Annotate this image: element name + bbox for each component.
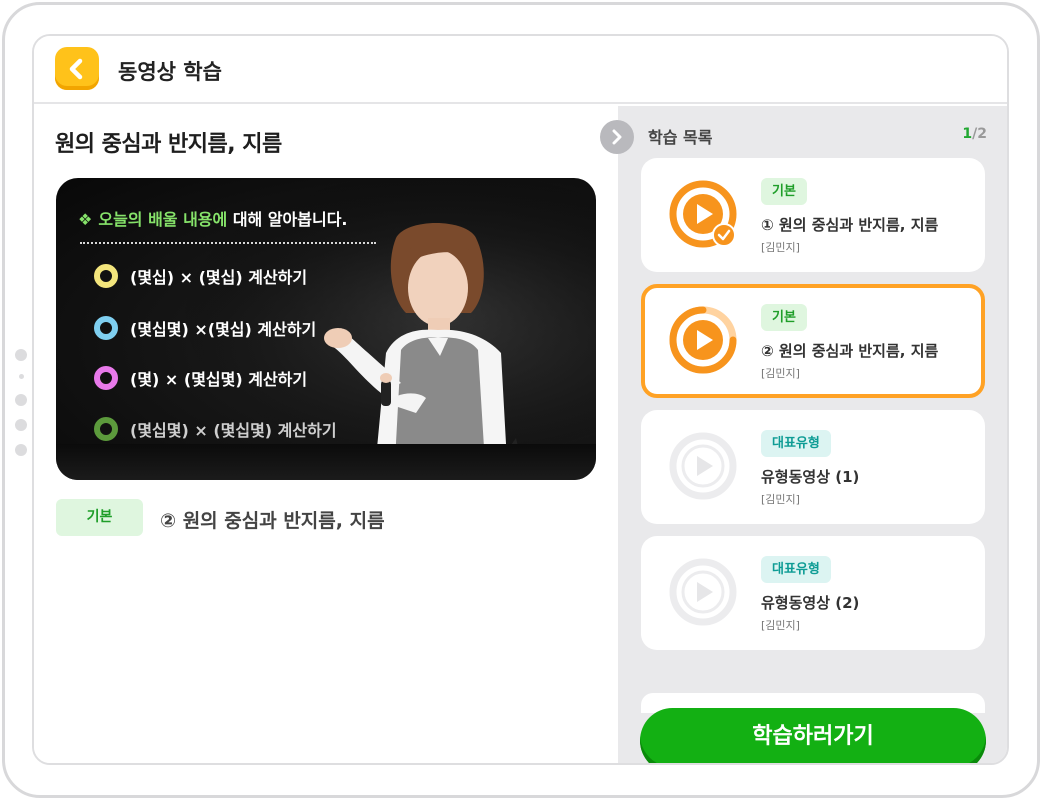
start-learning-button[interactable]: 학습하러가기 — [640, 708, 986, 763]
video-player[interactable]: ❖ 오늘의 배울 내용에 대해 알아봅니다. (몇십) × (몇십) 계산하기 (… — [56, 178, 596, 480]
bullet-ring-icon — [94, 366, 118, 390]
card-teacher: [김민지] — [761, 241, 800, 254]
side-indicator — [15, 349, 27, 469]
card-title: 유형동영상 (2) — [761, 594, 860, 612]
card-tag: 기본 — [761, 178, 807, 205]
bullet-ring-icon — [94, 316, 118, 340]
side-dot — [15, 394, 27, 406]
back-button[interactable] — [55, 47, 99, 90]
app-screen: 동영상 학습 원의 중심과 반지름, 지름 ❖ 오늘의 배울 내용에 대해 알아… — [32, 34, 1009, 765]
collapse-panel-button[interactable] — [600, 120, 634, 154]
card-teacher: [김민지] — [761, 493, 800, 506]
lesson-list-title: 학습 목록 — [648, 128, 713, 147]
card-teacher: [김민지] — [761, 619, 800, 632]
play-pending-icon — [669, 432, 737, 500]
page-indicator: 1/2 — [962, 126, 987, 142]
video-bullet-item: (몇십몇) ×(몇십) 계산하기 — [94, 316, 316, 340]
bullet-ring-icon — [94, 417, 118, 441]
card-tag: 기본 — [761, 304, 807, 331]
lesson-card[interactable]: 대표유형 유형동영상 (2) [김민지] — [641, 536, 985, 650]
play-pending-icon — [669, 558, 737, 626]
lesson-card[interactable]: 기본 ① 원의 중심과 반지름, 지름 [김민지] — [641, 158, 985, 272]
card-teacher: [김민지] — [761, 367, 800, 380]
header: 동영상 학습 — [34, 36, 1007, 104]
chevron-right-icon — [612, 129, 622, 145]
lesson-card-active[interactable]: 기본 ② 원의 중심과 반지름, 지름 [김민지] — [641, 284, 985, 398]
side-dot — [15, 349, 27, 361]
bullet-ring-icon — [94, 264, 118, 288]
play-in-progress-icon — [669, 306, 737, 374]
card-tag: 대표유형 — [761, 556, 831, 583]
side-dot — [15, 419, 27, 431]
video-bullet-item: (몇) × (몇십몇) 계산하기 — [94, 366, 307, 390]
page-title: 동영상 학습 — [118, 60, 222, 84]
side-dot — [15, 444, 27, 456]
play-completed-icon — [669, 180, 737, 248]
video-heading: ❖ 오늘의 배울 내용에 대해 알아봅니다. — [78, 210, 348, 229]
video-bullet-item: (몇십) × (몇십) 계산하기 — [94, 264, 307, 288]
card-title: ① 원의 중심과 반지름, 지름 — [761, 216, 939, 234]
current-lesson-tag: 기본 — [56, 499, 143, 536]
divider — [80, 242, 376, 244]
lesson-card[interactable]: 대표유형 유형동영상 (1) [김민지] — [641, 410, 985, 524]
card-tag: 대표유형 — [761, 430, 831, 457]
lesson-list-panel: 학습 목록 1/2 기본 ① 원의 중심과 반지름, 지름 [김민지] 기본 ② — [600, 106, 1007, 763]
side-dot — [19, 374, 24, 379]
video-floor — [56, 444, 596, 480]
card-title: ② 원의 중심과 반지름, 지름 — [761, 342, 939, 360]
card-title: 유형동영상 (1) — [761, 468, 860, 486]
video-bullet-item: (몇십몇) × (몇십몇) 계산하기 — [94, 417, 337, 441]
current-lesson-title: ② 원의 중심과 반지름, 지름 — [160, 510, 385, 532]
main-panel: 원의 중심과 반지름, 지름 ❖ 오늘의 배울 내용에 대해 알아봅니다. (몇… — [34, 106, 618, 763]
chevron-left-icon — [69, 58, 83, 79]
lesson-title: 원의 중심과 반지름, 지름 — [55, 132, 282, 157]
